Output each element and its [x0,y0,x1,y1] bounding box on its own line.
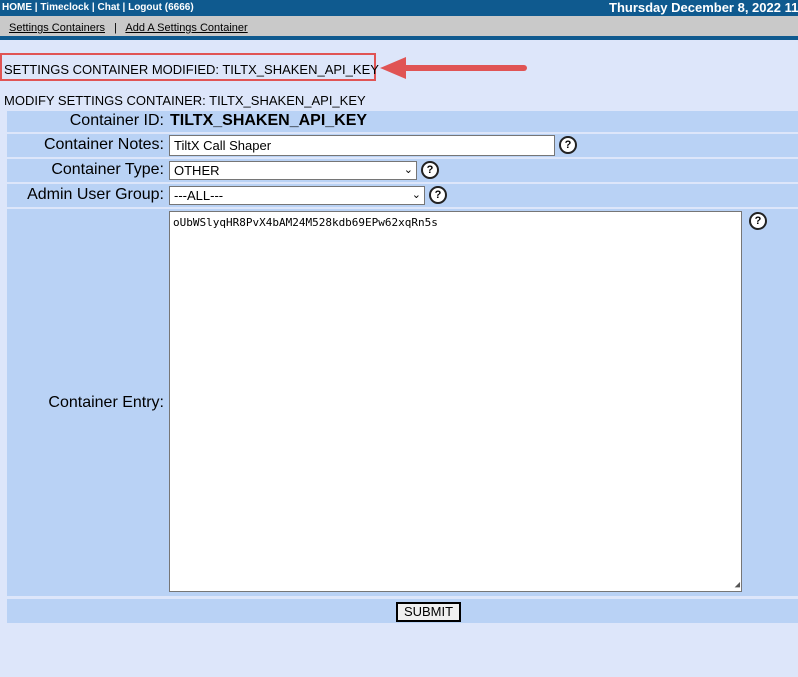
chevron-down-icon: ⌄ [403,164,413,176]
separator: | [34,2,38,13]
container-type-row: Container Type: OTHER ⌄ ? [7,159,798,182]
sub-navigation: Settings Containers | Add A Settings Con… [0,16,798,40]
modified-notice-highlight: SETTINGS CONTAINER MODIFIED: TILTX_SHAKE… [0,53,379,81]
logout-link[interactable]: Logout (6666) [128,2,194,13]
admin-user-group-value: ---ALL--- [174,188,224,203]
settings-containers-link[interactable]: Settings Containers [9,22,105,34]
home-link[interactable]: HOME [2,2,32,13]
separator: | [122,2,126,13]
top-links: HOME | Timeclock | Chat | Logout (6666) [2,2,194,13]
container-notes-input[interactable]: TiltX Call Shaper [169,135,555,156]
separator: | [114,22,117,34]
admin-user-group-label: Admin User Group: [27,186,164,203]
help-icon[interactable]: ? [429,186,447,204]
container-type-label: Container Type: [51,161,164,178]
container-type-select[interactable]: OTHER ⌄ [169,161,417,180]
container-entry-row: Container Entry: oUbWSlyqHR8PvX4bAM24M52… [7,209,798,596]
container-notes-row: Container Notes: TiltX Call Shaper ? [7,134,798,157]
container-notes-label: Container Notes: [43,136,164,153]
add-container-link[interactable]: Add A Settings Container [125,22,247,34]
current-date: Thursday December 8, 2022 11 [609,0,798,15]
page-title: MODIFY SETTINGS CONTAINER: TILTX_SHAKEN_… [4,93,366,108]
container-id-row: Container ID: TILTX_SHAKEN_API_KEY [7,111,798,132]
container-id-label: Container ID: [69,112,164,129]
arrow-annotation-icon [380,57,527,79]
container-type-value: OTHER [174,163,220,178]
modified-notice: SETTINGS CONTAINER MODIFIED: TILTX_SHAKE… [4,62,379,77]
chevron-down-icon: ⌄ [411,189,421,201]
submit-button[interactable]: SUBMIT [396,602,461,622]
help-icon[interactable]: ? [421,161,439,179]
container-entry-label: Container Entry: [48,394,164,411]
admin-user-group-row: Admin User Group: ---ALL--- ⌄ ? [7,184,798,207]
chat-link[interactable]: Chat [97,2,119,13]
container-entry-textarea[interactable]: oUbWSlyqHR8PvX4bAM24M528kdb69EPw62xqRn5s… [169,211,742,592]
timeclock-link[interactable]: Timeclock [40,2,89,13]
container-id-value: TILTX_SHAKEN_API_KEY [170,112,368,129]
separator: | [91,2,95,13]
help-icon[interactable]: ? [749,212,767,230]
top-bar: HOME | Timeclock | Chat | Logout (6666) … [0,0,798,16]
help-icon[interactable]: ? [559,136,577,154]
admin-user-group-select[interactable]: ---ALL--- ⌄ [169,186,425,205]
resize-grip-icon[interactable]: ◢ [735,580,740,590]
container-entry-value: oUbWSlyqHR8PvX4bAM24M528kdb69EPw62xqRn5s [173,216,438,229]
